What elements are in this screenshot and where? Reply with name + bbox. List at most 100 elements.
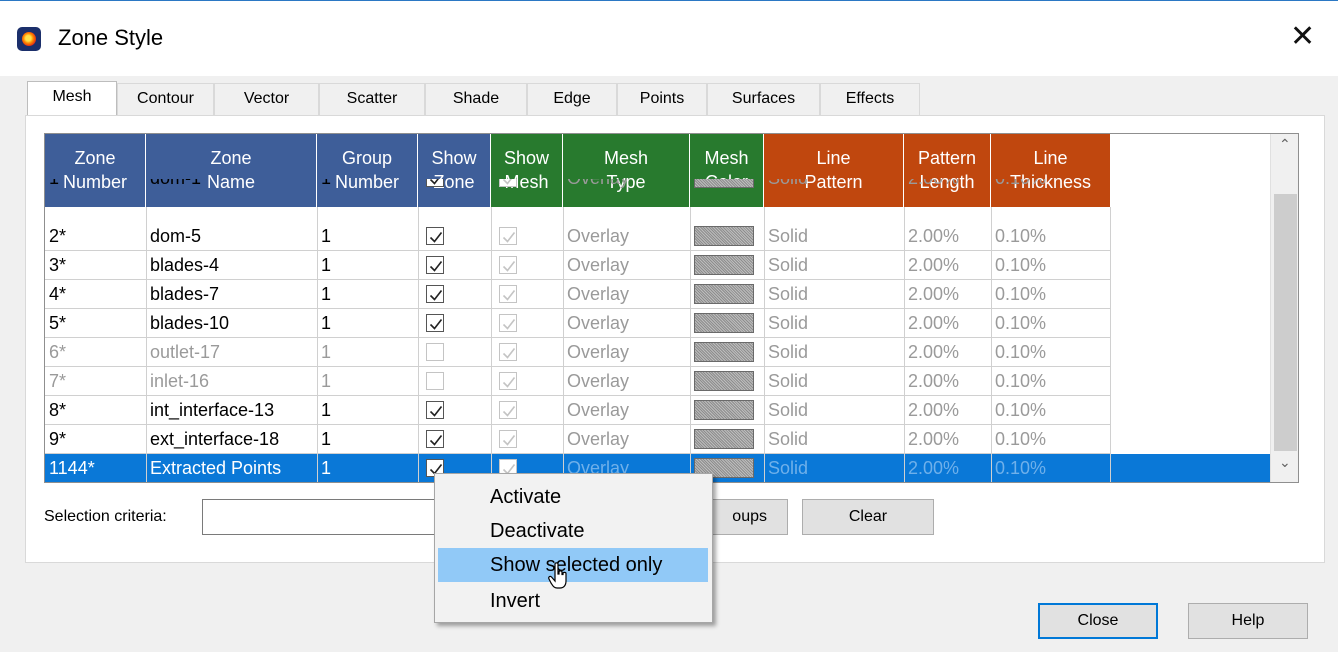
show-mesh-checkbox[interactable]: [499, 314, 517, 332]
tab-effects[interactable]: Effects: [820, 83, 920, 115]
mesh-color-swatch[interactable]: [694, 226, 754, 246]
show-zone-checkbox[interactable]: [426, 256, 444, 274]
menu-item-show-selected-only[interactable]: Show selected only: [438, 548, 708, 582]
menu-item-activate[interactable]: Activate: [438, 480, 708, 514]
mesh-color-swatch[interactable]: [694, 284, 754, 304]
show-zone-checkbox[interactable]: [426, 314, 444, 332]
show-zone-checkbox[interactable]: [426, 372, 444, 390]
zone-number: 4*: [49, 284, 67, 304]
column-divider: [904, 207, 905, 482]
zone-name: blades-10: [150, 313, 230, 333]
group-number: 1: [321, 400, 332, 420]
column-divider: [317, 207, 318, 482]
scroll-up-icon[interactable]: ⌃: [1279, 136, 1291, 153]
table-row[interactable]: 1* dom-1 1 Overlay Solid 2.00% 0.10%: [45, 179, 1270, 193]
mesh-color-swatch[interactable]: [694, 371, 754, 391]
pattern-length: 2.00%: [908, 342, 960, 362]
clear-button[interactable]: Clear: [802, 499, 934, 535]
tab-edge[interactable]: Edge: [527, 83, 617, 115]
table-row[interactable]: 7* inlet-16 1 Overlay Solid 2.00% 0.10%: [45, 367, 1270, 396]
show-zone-checkbox[interactable]: [426, 401, 444, 419]
pattern-length: 2.00%: [908, 255, 960, 275]
show-mesh-checkbox[interactable]: [499, 343, 517, 361]
header-zone-name[interactable]: Zone Name: [146, 134, 317, 207]
mesh-type: Overlay: [567, 284, 630, 304]
table-row[interactable]: 4* blades-7 1 Overlay Solid 2.00% 0.10%: [45, 280, 1270, 309]
tab-points[interactable]: Points: [617, 83, 707, 115]
pattern-length: 2.00%: [908, 284, 960, 304]
tab-scatter[interactable]: Scatter: [319, 83, 425, 115]
show-zone-checkbox[interactable]: [426, 227, 444, 245]
menu-item-deactivate[interactable]: Deactivate: [438, 514, 708, 548]
help-button[interactable]: Help: [1188, 603, 1308, 639]
show-zone-checkbox[interactable]: [426, 285, 444, 303]
mesh-color-swatch[interactable]: [694, 313, 754, 333]
group-number: 1: [321, 284, 332, 304]
vertical-scrollbar[interactable]: ⌃ ⌄: [1270, 134, 1298, 482]
line-thickness: 0.10%: [995, 400, 1047, 420]
header-line-pattern[interactable]: Line Pattern: [764, 134, 904, 207]
show-mesh-checkbox[interactable]: [499, 256, 517, 274]
line-pattern: Solid: [768, 342, 809, 362]
show-mesh-checkbox[interactable]: [499, 372, 517, 390]
table-row[interactable]: 9* ext_interface-18 1 Overlay Solid 2.00% 0.10…: [45, 425, 1270, 454]
mesh-type: Overlay: [567, 429, 630, 449]
tab-surfaces[interactable]: Surfaces: [707, 83, 820, 115]
mesh-type: Overlay: [567, 371, 630, 391]
show-mesh-checkbox[interactable]: [499, 430, 517, 448]
show-mesh-checkbox[interactable]: [499, 227, 517, 245]
column-divider: [418, 207, 419, 482]
show-zone-checkbox[interactable]: [426, 343, 444, 361]
header-mesh-type[interactable]: Mesh Type: [563, 134, 690, 207]
table-row[interactable]: 8* int_interface-13 1 Overlay Solid 2.00% 0.10…: [45, 396, 1270, 425]
tab-mesh[interactable]: Mesh: [27, 81, 117, 115]
context-menu: Activate Deactivate Show selected only Inve…: [434, 473, 713, 623]
zone-number: 6*: [49, 342, 67, 362]
line-pattern: Solid: [768, 313, 809, 333]
mesh-type: Overlay: [567, 255, 630, 275]
line-pattern: Solid: [768, 255, 809, 275]
hand-cursor-icon: [548, 562, 567, 589]
table-row[interactable]: 3* blades-4 1 Overlay Solid 2.00% 0.10%: [45, 251, 1270, 280]
zone-number: 1144*: [49, 458, 95, 478]
zone-name: inlet-16: [150, 371, 210, 391]
show-mesh-checkbox[interactable]: [499, 401, 517, 419]
show-zone-checkbox[interactable]: [426, 179, 444, 187]
header-show-mesh[interactable]: Show Mesh: [491, 134, 563, 207]
header-mesh-color[interactable]: MeshColor: [690, 134, 764, 207]
column-divider: [991, 207, 992, 482]
mesh-color-swatch[interactable]: [694, 400, 754, 420]
show-mesh-checkbox[interactable]: [499, 285, 517, 303]
selection-criteria-input[interactable]: [202, 499, 442, 535]
table-row[interactable]: 6* outlet-17 1 Overlay Solid 2.00% 0.10%: [45, 338, 1270, 367]
zone-grid[interactable]: Zone Number Zone Name Group Number Show Zone…: [44, 133, 1299, 483]
tab-shade[interactable]: Shade: [425, 83, 527, 115]
table-row[interactable]: 5* blades-10 1 Overlay Solid 2.00% 0.10%: [45, 309, 1270, 338]
close-icon[interactable]: ✕: [1290, 21, 1315, 53]
zone-number: 3*: [49, 255, 67, 275]
header-line-thickness[interactable]: Line Thickness: [991, 134, 1110, 207]
mesh-color-swatch[interactable]: [694, 179, 754, 188]
header-group-number[interactable]: Group Number: [317, 134, 418, 207]
show-zone-checkbox[interactable]: [426, 430, 444, 448]
scroll-down-icon[interactable]: ⌄: [1279, 454, 1291, 471]
menu-item-invert[interactable]: Invert: [438, 584, 708, 618]
group-number: 1: [321, 226, 332, 246]
header-zone-number[interactable]: Zone Number: [45, 134, 146, 207]
tab-vector[interactable]: Vector: [214, 83, 319, 115]
line-pattern: Solid: [768, 429, 809, 449]
zone-name: outlet-17: [150, 342, 221, 362]
close-button[interactable]: Close: [1038, 603, 1158, 639]
header-show-zone[interactable]: Show Zone: [418, 134, 491, 207]
zone-number: 5*: [49, 313, 67, 333]
mesh-type: Overlay: [567, 226, 630, 246]
mesh-color-swatch[interactable]: [694, 429, 754, 449]
mesh-color-swatch[interactable]: [694, 342, 754, 362]
show-mesh-checkbox[interactable]: [499, 179, 517, 187]
mesh-color-swatch[interactable]: [694, 255, 754, 275]
group-number: 1: [317, 179, 331, 193]
scrollbar-thumb[interactable]: [1274, 194, 1297, 451]
tab-contour[interactable]: Contour: [117, 83, 214, 115]
header-pattern-length[interactable]: Pattern Length: [904, 134, 991, 207]
table-row[interactable]: 2* dom-5 1 Overlay Solid 2.00% 0.10%: [45, 222, 1270, 251]
